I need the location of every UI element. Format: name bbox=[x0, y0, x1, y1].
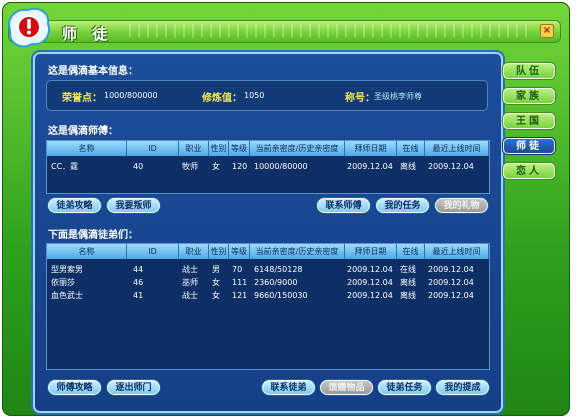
cell-last-online: 2009.12.04 bbox=[428, 265, 474, 274]
cell-id: 40 bbox=[133, 162, 144, 171]
disciple-tasks-button[interactable]: 徒弟任务 bbox=[378, 380, 431, 395]
cell-level: 121 bbox=[232, 291, 248, 300]
tab-kingdom[interactable]: 王国 bbox=[503, 113, 555, 129]
cell-name: 血色武士 bbox=[51, 291, 83, 300]
column-header-online: 在线 bbox=[397, 141, 425, 156]
table-row[interactable]: CC．霆 40 牧师 女 120 10000/80000 2009.12.04 离线 2009.… bbox=[47, 161, 489, 174]
alert-logo-icon bbox=[8, 7, 50, 48]
column-header-id: ID bbox=[127, 141, 179, 156]
window-title: 师 徒 bbox=[62, 25, 113, 43]
cell-last-online: 2009.12.04 bbox=[428, 278, 474, 287]
tab-team[interactable]: 队伍 bbox=[503, 63, 555, 79]
tab-lover[interactable]: 恋人 bbox=[503, 163, 555, 179]
cell-name: CC．霆 bbox=[51, 162, 79, 171]
disciples-heading: 下面是偶滴徒弟们： bbox=[48, 230, 138, 241]
master-strategy-button[interactable]: 师傅攻略 bbox=[48, 380, 101, 395]
cell-online: 在线 bbox=[400, 265, 416, 274]
cell-job: 战士 bbox=[182, 291, 198, 300]
my-commission-button[interactable]: 我的提成 bbox=[436, 380, 489, 395]
gift-item-button[interactable]: 馈赠物品 bbox=[320, 380, 373, 395]
close-button[interactable]: × bbox=[540, 24, 554, 38]
cell-online: 离线 bbox=[400, 291, 416, 300]
cell-gender: 女 bbox=[212, 291, 220, 300]
cell-gender: 女 bbox=[212, 278, 220, 287]
master-heading: 这是偶滴师傅： bbox=[48, 126, 118, 137]
cell-date: 2009.12.04 bbox=[347, 265, 393, 274]
cell-id: 46 bbox=[133, 278, 144, 287]
cell-level: 111 bbox=[232, 278, 248, 287]
honor-value: 1000/800000 bbox=[104, 91, 158, 100]
disciple-table: 名称 ID 职业 性别 等级 当前亲密度/历史亲密度 拜师日期 在线 最近上线时间 型男索男 44… bbox=[46, 243, 490, 370]
tab-family[interactable]: 家族 bbox=[503, 88, 555, 104]
cell-id: 41 bbox=[133, 291, 144, 300]
table-row[interactable]: 血色武士 41 战士 女 121 9660/150030 2009.12.04 离线 2009.… bbox=[47, 290, 489, 303]
cell-date: 2009.12.04 bbox=[347, 291, 393, 300]
expel-disciple-button[interactable]: 逐出师门 bbox=[107, 380, 160, 395]
cell-intimacy: 6148/50128 bbox=[254, 265, 303, 274]
column-header-date: 拜师日期 bbox=[345, 141, 397, 156]
cell-intimacy: 9660/150030 bbox=[254, 291, 308, 300]
title-value: 圣级桃李师尊 bbox=[374, 92, 422, 101]
cell-online: 离线 bbox=[400, 278, 416, 287]
column-header-job: 职业 bbox=[179, 244, 209, 259]
cell-name: 型男索男 bbox=[51, 265, 83, 274]
column-header-online: 在线 bbox=[397, 244, 425, 259]
contact-master-button[interactable]: 联系师傅 bbox=[317, 198, 370, 213]
column-header-gender: 性别 bbox=[209, 244, 229, 259]
cell-intimacy: 2360/9000 bbox=[254, 278, 298, 287]
cell-date: 2009.12.04 bbox=[347, 278, 393, 287]
cell-online: 离线 bbox=[400, 162, 416, 171]
cell-level: 70 bbox=[232, 265, 243, 274]
cell-gender: 女 bbox=[212, 162, 220, 171]
cell-gender: 男 bbox=[212, 265, 220, 274]
tab-master-disciple[interactable]: 师徒 bbox=[503, 138, 555, 154]
disciple-strategy-button[interactable]: 徒弟攻略 bbox=[48, 198, 101, 213]
betray-master-button[interactable]: 我要叛师 bbox=[107, 198, 160, 213]
column-header-gender: 性别 bbox=[209, 141, 229, 156]
column-header-last-online: 最近上线时间 bbox=[425, 141, 489, 156]
column-header-level: 等级 bbox=[229, 141, 250, 156]
my-tasks-button[interactable]: 我的任务 bbox=[376, 198, 429, 213]
disciple-table-header: 名称 ID 职业 性别 等级 当前亲密度/历史亲密度 拜师日期 在线 最近上线时间 bbox=[47, 244, 489, 259]
basic-info-heading: 这是偶滴基本信息： bbox=[48, 66, 138, 77]
table-row[interactable]: 型男索男 44 战士 男 70 6148/50128 2009.12.04 在线 2009.12… bbox=[47, 264, 489, 277]
cell-intimacy: 10000/80000 bbox=[254, 162, 308, 171]
column-header-level: 等级 bbox=[229, 244, 250, 259]
column-header-job: 职业 bbox=[179, 141, 209, 156]
cell-last-online: 2009.12.04 bbox=[428, 162, 474, 171]
cell-level: 120 bbox=[232, 162, 248, 171]
cultivation-label: 修炼值： bbox=[202, 93, 242, 104]
cell-job: 牧师 bbox=[182, 162, 198, 171]
master-table-header: 名称 ID 职业 性别 等级 当前亲密度/历史亲密度 拜师日期 在线 最近上线时间 bbox=[47, 141, 489, 156]
title-label: 称号： bbox=[345, 93, 375, 104]
column-header-intimacy: 当前亲密度/历史亲密度 bbox=[250, 141, 345, 156]
cell-last-online: 2009.12.04 bbox=[428, 291, 474, 300]
column-header-name: 名称 bbox=[47, 141, 127, 156]
contact-disciple-button[interactable]: 联系徒弟 bbox=[262, 380, 315, 395]
column-header-date: 拜师日期 bbox=[345, 244, 397, 259]
cell-job: 巫师 bbox=[182, 278, 198, 287]
column-header-intimacy: 当前亲密度/历史亲密度 bbox=[250, 244, 345, 259]
cell-job: 战士 bbox=[182, 265, 198, 274]
cell-id: 44 bbox=[133, 265, 144, 274]
column-header-id: ID bbox=[127, 244, 179, 259]
honor-label: 荣誉点： bbox=[62, 93, 102, 104]
cell-name: 依丽莎 bbox=[51, 278, 75, 287]
my-gifts-button[interactable]: 我的礼物 bbox=[435, 198, 488, 213]
master-table: 名称 ID 职业 性别 等级 当前亲密度/历史亲密度 拜师日期 在线 最近上线时间 CC．霆 40… bbox=[46, 140, 490, 194]
table-row[interactable]: 依丽莎 46 巫师 女 111 2360/9000 2009.12.04 离线 2009.12.… bbox=[47, 277, 489, 290]
column-header-last-online: 最近上线时间 bbox=[425, 244, 489, 259]
cell-date: 2009.12.04 bbox=[347, 162, 393, 171]
column-header-name: 名称 bbox=[47, 244, 127, 259]
cultivation-value: 1050 bbox=[244, 91, 265, 100]
